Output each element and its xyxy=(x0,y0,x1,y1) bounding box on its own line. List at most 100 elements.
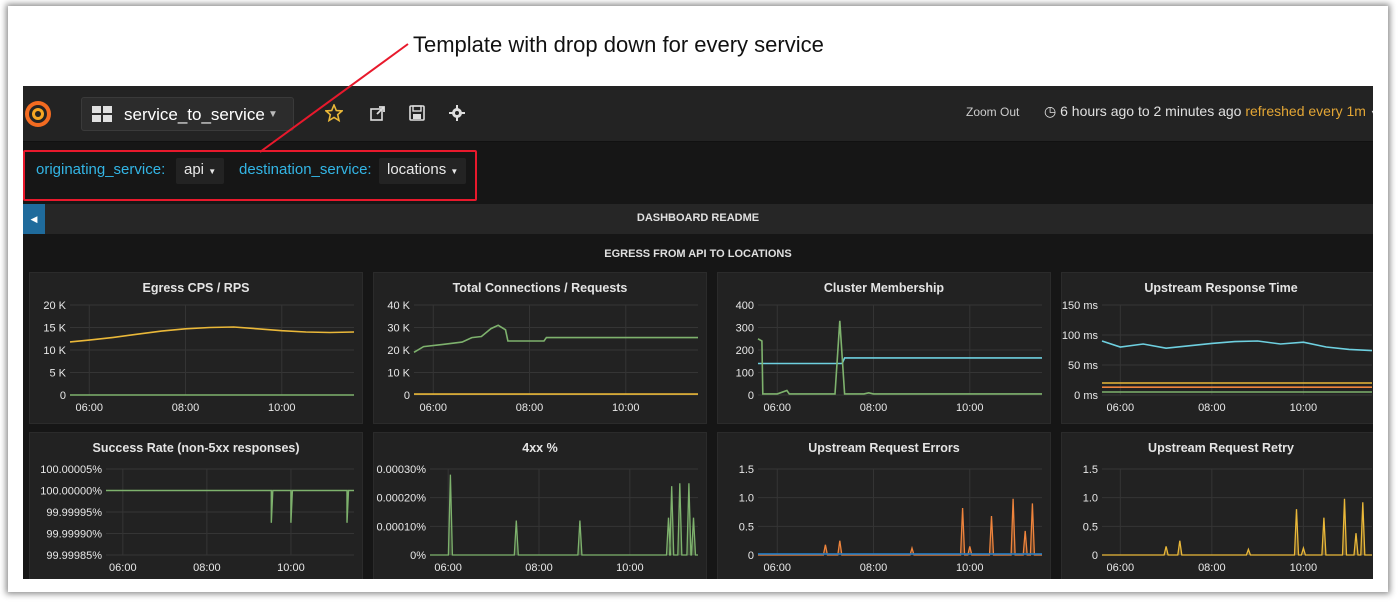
y-tick-label: 40 K xyxy=(387,300,410,312)
y-tick-label: 100.00000% xyxy=(40,486,102,498)
grafana-app: service_to_service ▼ Zoom Out ◷ 6 hours … xyxy=(23,86,1373,579)
panel-upstream-request-retry[interactable]: Upstream Request Retry 0 0.5 1.0 1.5 06:00 08… xyxy=(1061,432,1373,579)
y-tick-label: 10 K xyxy=(43,345,66,357)
y-tick-label: 100.00005% xyxy=(40,464,102,476)
y-tick-label: 99.99995% xyxy=(46,507,102,519)
x-tick-label: 06:00 xyxy=(434,562,462,574)
panel-success-rate[interactable]: Success Rate (non-5xx responses) 99.9998… xyxy=(29,432,363,579)
series-line xyxy=(69,326,355,343)
x-tick-label: 06:00 xyxy=(419,402,447,414)
series-line xyxy=(430,474,698,556)
chevron-down-icon: ▼ xyxy=(1370,108,1373,118)
y-tick-label: 0.00020% xyxy=(376,493,426,505)
row-egress: EGRESS FROM API TO LOCATIONS xyxy=(23,236,1373,272)
panel-chart: 99.99985% 99.99990% 99.99995% 100.00000% 100… xyxy=(40,464,354,574)
y-tick-label: 10 K xyxy=(387,368,410,380)
save-icon[interactable] xyxy=(408,104,426,122)
y-tick-label: 0 xyxy=(748,550,754,562)
caret-down-icon: ▼ xyxy=(208,167,217,176)
row-title: EGRESS FROM API TO LOCATIONS xyxy=(604,248,792,260)
panel-chart: 0 10 K 20 K 30 K 40 K 06:00 08:00 10:00 xyxy=(387,300,698,414)
x-tick-label: 08:00 xyxy=(1198,402,1226,414)
panel-chart: 0 ms 50 ms 100 ms 150 ms 06:00 08:00 10:00 xyxy=(1062,300,1373,414)
x-tick-label: 10:00 xyxy=(277,562,305,574)
y-tick-label: 5 K xyxy=(49,368,66,380)
dashboard-name: service_to_service xyxy=(124,105,265,124)
top-navbar: service_to_service ▼ Zoom Out ◷ 6 hours … xyxy=(23,86,1373,142)
x-tick-label: 06:00 xyxy=(75,402,103,414)
series-line xyxy=(758,357,1042,365)
panel-chart: 0 0.5 1.0 1.5 06:00 08:00 10:00 xyxy=(1083,464,1372,574)
x-tick-label: 08:00 xyxy=(193,562,221,574)
y-tick-label: 300 xyxy=(736,323,754,335)
y-tick-label: 1.0 xyxy=(739,493,754,505)
y-tick-label: 1.0 xyxy=(1083,493,1098,505)
y-tick-label: 0 xyxy=(748,390,754,402)
variable-value: api xyxy=(184,161,205,178)
template-variables-row: originating_service: api ▼ destination_s… xyxy=(23,142,1373,204)
y-tick-label: 0 ms xyxy=(1074,390,1098,402)
panel-total-connections[interactable]: Total Connections / Requests 0 10 K 20 K 30… xyxy=(373,272,707,424)
y-tick-label: 30 K xyxy=(387,323,410,335)
panel-chart: 0 5 K 10 K 15 K 20 K 06:00 08:00 10:00 xyxy=(43,300,355,414)
y-tick-label: 0.00010% xyxy=(376,521,426,533)
variable-dropdown-originating-service[interactable]: api ▼ xyxy=(176,158,225,184)
x-tick-label: 08:00 xyxy=(172,402,200,414)
row-dashboard-readme[interactable]: ◀ DASHBOARD README xyxy=(23,204,1373,234)
dashboard-picker-button[interactable]: service_to_service ▼ xyxy=(81,97,294,131)
x-tick-label: 06:00 xyxy=(1107,562,1135,574)
chevron-down-icon: ▼ xyxy=(268,109,278,120)
series-line xyxy=(758,498,1042,556)
variable-label-originating-service: originating_service: xyxy=(36,161,166,178)
gear-icon[interactable] xyxy=(448,104,466,122)
variable-label-destination-service: destination_service: xyxy=(239,161,372,178)
x-tick-label: 06:00 xyxy=(763,562,791,574)
panel-cluster-membership[interactable]: Cluster Membership 0 100 200 300 400 06:00 08:… xyxy=(717,272,1051,424)
y-tick-label: 1.5 xyxy=(1083,464,1098,476)
dashboard-grid-icon xyxy=(92,106,112,122)
time-range-picker[interactable]: ◷ 6 hours ago to 2 minutes ago refreshed… xyxy=(1044,103,1373,120)
x-tick-label: 10:00 xyxy=(1290,562,1318,574)
y-tick-label: 0 xyxy=(1092,550,1098,562)
panel-egress-cps[interactable]: Egress CPS / RPS 05 K 10 K 15 K 20 K 06:00 08… xyxy=(29,272,363,424)
x-tick-label: 08:00 xyxy=(860,402,888,414)
variable-value: locations xyxy=(387,161,447,178)
x-tick-label: 08:00 xyxy=(860,562,888,574)
panel-chart: 0 0.5 1.0 1.5 06:00 08:00 10:00 xyxy=(739,464,1042,574)
row-title: DASHBOARD README xyxy=(636,212,760,224)
panel-upstream-request-errors[interactable]: Upstream Request Errors 0 0.5 1.0 1.5 06:00 0… xyxy=(717,432,1051,579)
y-tick-label: 0 xyxy=(60,390,66,402)
share-icon[interactable] xyxy=(369,104,387,122)
y-tick-label: 200 xyxy=(736,345,754,357)
x-tick-label: 06:00 xyxy=(763,402,791,414)
annotation-label: Template with drop down for every servic… xyxy=(413,32,824,57)
y-tick-label: 0% xyxy=(410,550,426,562)
star-icon[interactable] xyxy=(325,104,343,122)
x-tick-label: 06:00 xyxy=(109,562,137,574)
screenshot-frame: Template with drop down for every servic… xyxy=(8,6,1388,592)
series-line xyxy=(413,324,698,353)
x-tick-label: 10:00 xyxy=(1290,402,1318,414)
series-line xyxy=(1102,498,1372,556)
grafana-logo-icon[interactable] xyxy=(23,99,53,129)
y-tick-label: 20 K xyxy=(43,300,66,312)
y-tick-label: 100 xyxy=(736,368,754,380)
panel-chart: 0 100 200 300 400 06:00 08:00 10:00 xyxy=(736,300,1042,414)
clock-icon: ◷ xyxy=(1044,103,1057,119)
x-tick-label: 08:00 xyxy=(1198,562,1226,574)
variable-dropdown-destination-service[interactable]: locations ▼ xyxy=(379,158,467,184)
panel-4xx-percent[interactable]: 4xx % 0% 0.00010% 0.00020% 0.00030% 06:00 08:… xyxy=(373,432,707,579)
series-line xyxy=(1101,340,1373,352)
y-tick-label: 0.5 xyxy=(739,521,754,533)
panel-chart: 0% 0.00010% 0.00020% 0.00030% 06:00 08:00 10:0… xyxy=(376,464,698,574)
zoom-out-button[interactable]: Zoom Out xyxy=(966,105,1019,119)
y-tick-label: 100 ms xyxy=(1062,330,1098,342)
y-tick-label: 0 xyxy=(404,390,410,402)
x-tick-label: 08:00 xyxy=(516,402,544,414)
y-tick-label: 0.00030% xyxy=(376,464,426,476)
x-tick-label: 10:00 xyxy=(956,562,984,574)
caret-down-icon: ▼ xyxy=(450,167,459,176)
series-line xyxy=(106,489,354,523)
x-tick-label: 10:00 xyxy=(616,562,644,574)
panel-upstream-response-time[interactable]: Upstream Response Time 0 ms 50 ms 100 ms 15… xyxy=(1061,272,1373,424)
